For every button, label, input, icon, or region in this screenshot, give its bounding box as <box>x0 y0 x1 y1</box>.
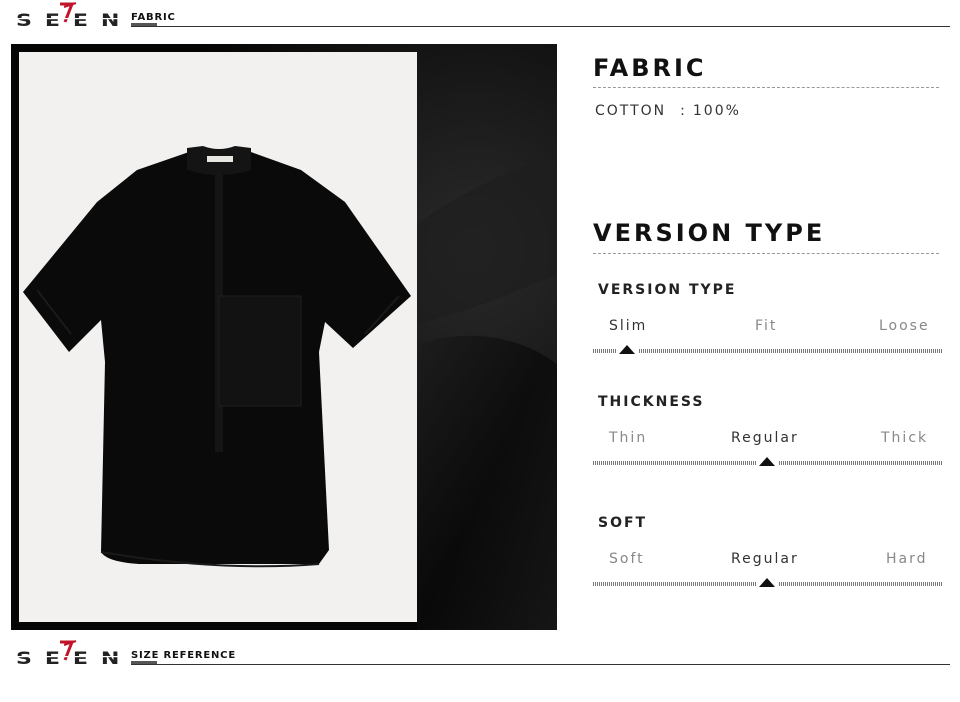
scale-title-soft: SOFT <box>598 515 648 531</box>
header-section-label: FABRIC <box>131 12 176 23</box>
seven-logo: S E E N <box>16 640 122 668</box>
fabric-percent: 100% <box>692 103 741 119</box>
version-type-heading: VERSION TYPE <box>593 219 826 247</box>
option-soft: Soft <box>609 551 645 567</box>
scale-title-version-type: VERSION TYPE <box>598 282 737 298</box>
shirt-photo <box>19 52 417 622</box>
option-thin: Thin <box>609 430 648 446</box>
footer-rule <box>131 664 950 665</box>
fabric-material: COTTON <box>595 103 667 119</box>
softness-marker <box>759 578 775 587</box>
option-fit: Fit <box>755 318 778 334</box>
top-brand-bar: S E E N FABRIC <box>0 0 960 30</box>
option-soft-regular: Regular <box>731 551 799 567</box>
option-slim: Slim <box>609 318 648 334</box>
fabric-separator: : <box>680 103 687 119</box>
version-type-scale-track <box>593 349 943 353</box>
option-thickness-regular: Regular <box>731 430 799 446</box>
version-divider <box>593 253 939 254</box>
scale-title-thickness: THICKNESS <box>598 394 705 410</box>
logo-text: S E E N <box>16 11 122 30</box>
footer-section-label: SIZE REFERENCE <box>131 650 236 661</box>
logo-text: S E E N <box>16 649 122 668</box>
seven-logo: S E E N <box>16 2 122 30</box>
option-hard: Hard <box>886 551 928 567</box>
option-loose: Loose <box>879 318 930 334</box>
option-thick: Thick <box>881 430 929 446</box>
thickness-marker <box>759 457 775 466</box>
bottom-brand-bar: S E E N SIZE REFERENCE <box>0 638 960 668</box>
fabric-heading: FABRIC <box>593 54 707 82</box>
shirt-illustration <box>23 146 411 568</box>
version-type-marker <box>619 345 635 354</box>
product-image-panel <box>11 44 557 630</box>
header-rule <box>131 26 950 27</box>
fabric-composition: COTTON:100% <box>595 103 741 119</box>
fabric-divider <box>593 87 939 88</box>
